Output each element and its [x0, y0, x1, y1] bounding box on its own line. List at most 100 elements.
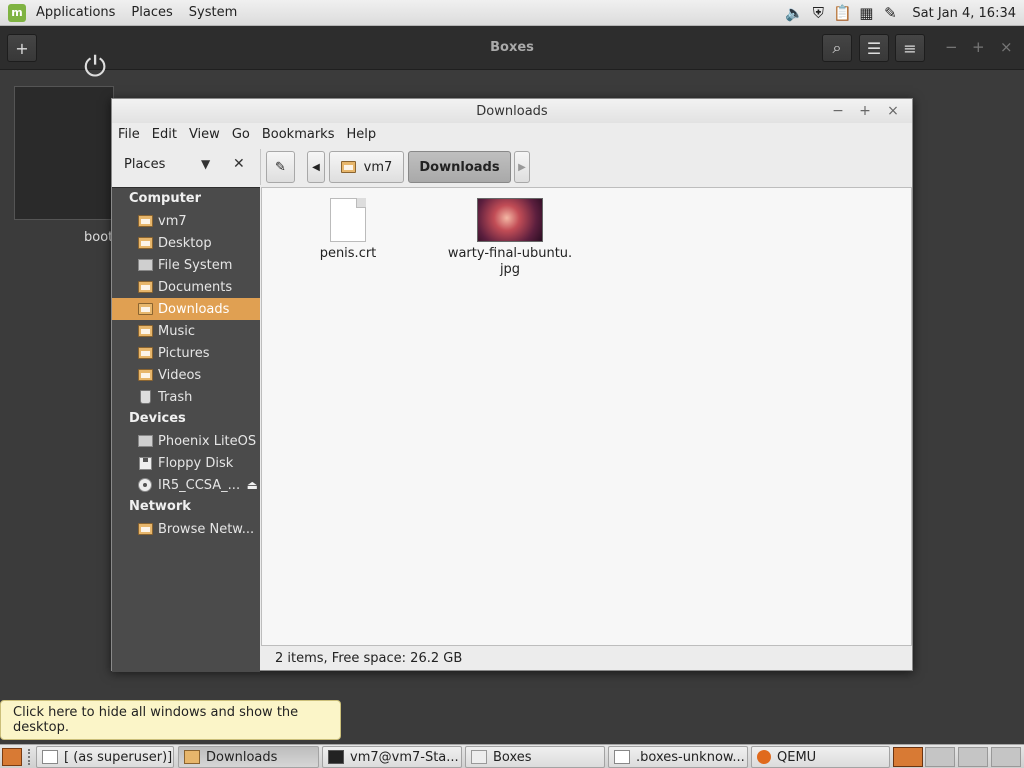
search-icon: ⌕: [832, 38, 842, 57]
boxes-maximize-button[interactable]: +: [972, 38, 985, 56]
pen-icon[interactable]: ✎: [880, 3, 900, 23]
shield-icon[interactable]: ⛨: [808, 3, 828, 23]
sidebar-item-trash[interactable]: Trash: [112, 386, 260, 408]
sidebar-item-label: Trash: [158, 389, 193, 405]
task-qemu[interactable]: QEMU: [751, 746, 890, 768]
view-toggle-button[interactable]: ☰: [859, 34, 889, 62]
sidebar-item-downloads[interactable]: Downloads: [112, 298, 260, 320]
bottom-taskbar: [ (as superuser)] Downloads vm7@vm7-Sta.…: [0, 744, 1024, 768]
task-downloads[interactable]: Downloads: [178, 746, 319, 768]
clock[interactable]: Sat Jan 4, 16:34: [902, 6, 1024, 21]
task-boxes[interactable]: Boxes: [465, 746, 605, 768]
file-item-penis-crt[interactable]: penis.crt: [312, 198, 384, 262]
menu-help[interactable]: Help: [340, 127, 382, 142]
sidebar-item-floppy-disk[interactable]: Floppy Disk: [112, 452, 260, 474]
videos-folder-icon: [137, 368, 153, 382]
path-button-home[interactable]: vm7: [329, 151, 404, 183]
eject-icon[interactable]: ⏏: [247, 478, 258, 492]
file-item-warty-final-ubuntu[interactable]: warty-final-ubuntu. jpg: [445, 198, 575, 278]
task-label: Boxes: [493, 749, 532, 765]
list-view-icon: ☰: [866, 38, 882, 58]
sidebar-item-file-system[interactable]: File System: [112, 254, 260, 276]
file-view[interactable]: penis.crt warty-final-ubuntu. jpg: [261, 187, 912, 646]
path-button-label: vm7: [363, 159, 393, 175]
music-folder-icon: [137, 324, 153, 338]
sidebar-item-label: Documents: [158, 279, 233, 295]
desktop-folder-icon: [137, 236, 153, 250]
downloads-folder-icon: [137, 302, 153, 316]
sidebar-item-label: Browse Netw...: [158, 521, 255, 537]
menu-go[interactable]: Go: [226, 127, 256, 142]
path-button-label: Downloads: [419, 159, 500, 175]
status-text: 2 items, Free space: 26.2 GB: [275, 651, 463, 666]
harddisk-icon: [137, 434, 153, 448]
window-title: Downloads: [476, 104, 548, 119]
path-button-downloads[interactable]: Downloads: [408, 151, 511, 183]
path-scroll-left-button[interactable]: ◀: [307, 151, 325, 183]
menu-system[interactable]: System: [181, 5, 245, 20]
floppy-icon: [137, 456, 153, 470]
places-sidebar: Computer vm7 Desktop File System Documen…: [112, 187, 260, 672]
window-titlebar[interactable]: Downloads − + ×: [112, 99, 912, 123]
menu-file[interactable]: File: [112, 127, 146, 142]
sidebar-item-desktop[interactable]: Desktop: [112, 232, 260, 254]
workspace-2[interactable]: [925, 747, 955, 767]
mint-logo-icon[interactable]: m: [8, 3, 26, 22]
boxes-close-button[interactable]: ×: [1000, 38, 1013, 56]
task-superuser-editor[interactable]: [ (as superuser)]: [36, 746, 174, 768]
system-tray: 🔈 ⛨ 📋 ▦ ✎ Sat Jan 4, 16:34: [782, 0, 1024, 26]
sidebar-item-label: Floppy Disk: [158, 455, 234, 471]
vm-label[interactable]: boot: [84, 230, 113, 245]
vm-thumbnail[interactable]: [14, 86, 114, 220]
cdrom-icon: [137, 478, 153, 492]
maximize-button[interactable]: +: [856, 102, 874, 120]
task-label: .boxes-unknow...: [636, 749, 745, 765]
sidebar-item-pictures[interactable]: Pictures: [112, 342, 260, 364]
sidebar-item-label: File System: [158, 257, 233, 273]
document-icon: [330, 198, 366, 242]
sidebar-item-videos[interactable]: Videos: [112, 364, 260, 386]
boxes-menu-button[interactable]: ≡: [895, 34, 925, 62]
sidebar-item-label: Music: [158, 323, 195, 339]
sidebar-item-browse-network[interactable]: Browse Netw...: [112, 518, 260, 540]
menu-view[interactable]: View: [183, 127, 226, 142]
sidebar-item-music[interactable]: Music: [112, 320, 260, 342]
sidebar-item-cdrom[interactable]: IR5_CCSA_... ⏏: [112, 474, 260, 496]
sidebar-item-documents[interactable]: Documents: [112, 276, 260, 298]
workspace-1[interactable]: [893, 747, 923, 767]
close-sidebar-icon[interactable]: ✕: [233, 156, 245, 172]
dropdown-arrow-icon[interactable]: ▼: [201, 157, 210, 171]
sidebar-type-selector[interactable]: Places: [124, 157, 165, 172]
sidebar-item-phoenix-liteos[interactable]: Phoenix LiteOS: [112, 430, 260, 452]
network-icon: [137, 522, 153, 536]
calendar-icon[interactable]: ▦: [856, 3, 876, 23]
edit-location-button[interactable]: ✎: [266, 151, 295, 183]
sidebar-item-label: Phoenix LiteOS: [158, 433, 257, 449]
location-toolbar: Places ▼ ✕ ✎ ◀ vm7 Downloads ▶: [112, 147, 912, 187]
sidebar-item-vm7[interactable]: vm7: [112, 210, 260, 232]
sidebar-item-label: Downloads: [158, 301, 230, 317]
menu-edit[interactable]: Edit: [146, 127, 183, 142]
taskbar-grip-handle[interactable]: [28, 749, 32, 765]
menu-places[interactable]: Places: [123, 5, 180, 20]
menu-applications[interactable]: Applications: [28, 5, 123, 20]
minimize-button[interactable]: −: [829, 102, 847, 120]
volume-icon[interactable]: 🔈: [784, 3, 804, 23]
menu-bookmarks[interactable]: Bookmarks: [256, 127, 341, 142]
path-scroll-right-button[interactable]: ▶: [514, 151, 530, 183]
boxes-minimize-button[interactable]: −: [945, 38, 958, 56]
show-desktop-button[interactable]: [2, 748, 22, 766]
close-button[interactable]: ×: [884, 102, 902, 120]
terminal-icon: [328, 750, 344, 764]
workspace-4[interactable]: [991, 747, 1021, 767]
menu-bar: File Edit View Go Bookmarks Help: [112, 123, 912, 145]
file-name: penis.crt: [319, 246, 377, 261]
search-button[interactable]: ⌕: [822, 34, 852, 62]
task-terminal[interactable]: vm7@vm7-Sta...: [322, 746, 462, 768]
sidebar-item-label: vm7: [158, 213, 187, 229]
workspace-3[interactable]: [958, 747, 988, 767]
task-label: [ (as superuser)]: [64, 749, 173, 765]
sidebar-heading-computer: Computer: [129, 191, 202, 206]
task-text-editor[interactable]: .boxes-unknow...: [608, 746, 748, 768]
clipboard-icon[interactable]: 📋: [832, 3, 852, 23]
